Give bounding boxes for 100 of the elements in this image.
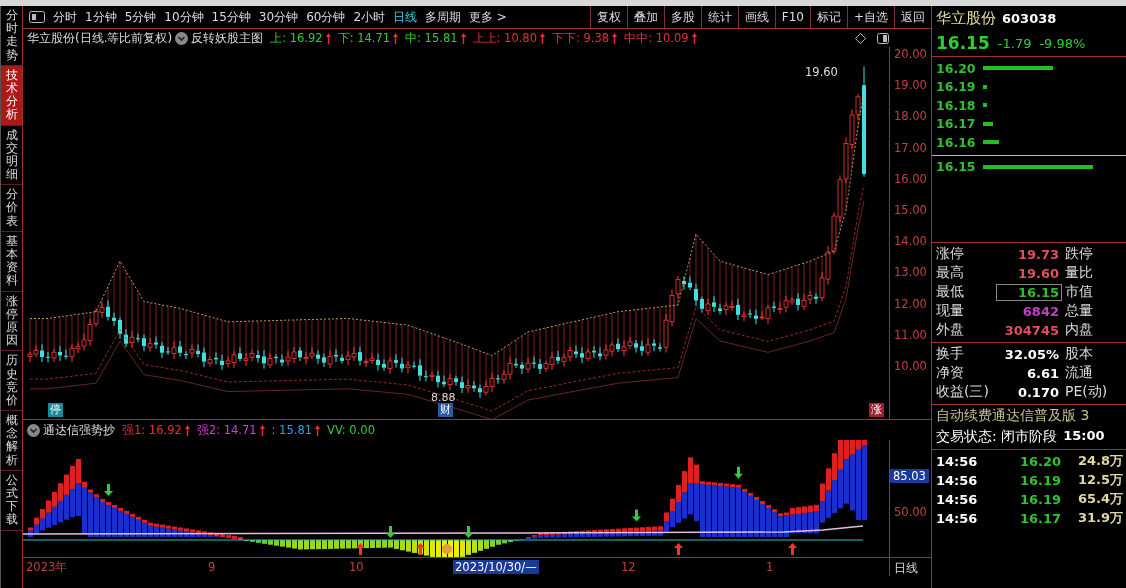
period-tab[interactable]: 30分钟 bbox=[254, 8, 303, 26]
period-tab[interactable]: 60分钟 bbox=[302, 8, 350, 26]
volume-bar bbox=[982, 121, 993, 126]
order-price: 16.18 bbox=[936, 97, 977, 113]
indicator-name: 通达信强势抄 bbox=[43, 421, 115, 439]
toolbar-button[interactable]: F10 bbox=[774, 6, 810, 28]
volume-bar bbox=[982, 103, 987, 108]
arrow-up-icon bbox=[393, 32, 399, 44]
panel-toggle-icon[interactable] bbox=[29, 11, 45, 23]
event-marker[interactable]: 涨 bbox=[869, 403, 884, 417]
legend-value: 强2: 14.71 bbox=[196, 422, 257, 438]
trade-volume: 31.9万 bbox=[1076, 509, 1123, 527]
toolbar-button[interactable]: 画线 bbox=[737, 6, 775, 28]
trade-volume: 65.4万 bbox=[1076, 490, 1123, 508]
sidebar-tab[interactable]: 技术分析 bbox=[1, 65, 22, 126]
stat-label: 外盘 bbox=[936, 321, 965, 339]
low-price-label: 8.88 bbox=[431, 391, 456, 404]
price-axis-label: 17.00 bbox=[894, 140, 927, 155]
legend-value: 中中: 10.09 bbox=[624, 30, 689, 46]
order-price: 16.17 bbox=[936, 116, 977, 132]
legend-value: 上上: 10.80 bbox=[472, 30, 537, 46]
arrow-up-icon bbox=[325, 32, 331, 44]
price-axis-label: 13.00 bbox=[894, 265, 927, 280]
promo-text[interactable]: 自动续费通达信普及版 3 bbox=[932, 404, 1126, 427]
stat-label: 现量 bbox=[936, 302, 965, 320]
trade-time: 14:56 bbox=[936, 453, 979, 469]
arrow-up-icon bbox=[540, 32, 545, 44]
period-tab[interactable]: 分时 bbox=[49, 8, 81, 26]
event-marker[interactable]: 停 bbox=[48, 403, 63, 417]
toolbar-button[interactable]: 标记 bbox=[809, 6, 847, 28]
stat-value: 19.60 bbox=[1016, 264, 1060, 282]
sidebar-tab[interactable]: 分时走势 bbox=[1, 6, 22, 66]
period-tab[interactable]: 多周期 bbox=[421, 8, 466, 26]
stat-label: 收益(三) bbox=[936, 383, 990, 401]
date-axis-label: 12 bbox=[621, 560, 636, 574]
period-tab[interactable]: 15分钟 bbox=[207, 8, 255, 26]
trade-volume: 24.8万 bbox=[1076, 452, 1123, 470]
panel-icon[interactable] bbox=[877, 32, 889, 44]
date-axis-label: 2023/10/30/— bbox=[453, 560, 539, 574]
date-axis-label: 9 bbox=[208, 560, 216, 574]
stat-label: 净资 bbox=[936, 364, 965, 382]
legend-value: : 15.81 bbox=[271, 423, 312, 437]
arrow-up-icon bbox=[184, 424, 190, 436]
period-tab[interactable]: 5分钟 bbox=[120, 8, 161, 26]
toolbar-button[interactable]: 多股 bbox=[663, 6, 701, 28]
sidebar-tab[interactable]: 概念解析 bbox=[1, 411, 22, 471]
volume-bar bbox=[982, 140, 999, 145]
period-tab[interactable]: 1分钟 bbox=[81, 8, 121, 26]
event-marker[interactable]: 财 bbox=[438, 403, 453, 417]
sidebar-tab[interactable]: 历史竞价 bbox=[1, 351, 22, 412]
indicator-axis-label: 85.03 bbox=[890, 469, 929, 483]
period-button[interactable]: 日线 bbox=[890, 558, 922, 579]
volume-bar bbox=[982, 66, 1053, 71]
stat-label: 换手 bbox=[936, 345, 965, 363]
dropdown-icon[interactable] bbox=[27, 423, 40, 437]
price-axis-label: 20.00 bbox=[894, 47, 927, 61]
price-axis-label: 14.00 bbox=[894, 234, 927, 249]
price-axis-label: 16.00 bbox=[894, 171, 927, 186]
date-axis-label: 10 bbox=[349, 560, 364, 574]
stat-label: 股本 bbox=[1064, 345, 1093, 363]
stat-label: 涨停 bbox=[936, 245, 965, 263]
period-tab[interactable]: 10分钟 bbox=[160, 8, 208, 26]
status-time: 15:00 bbox=[1063, 427, 1105, 445]
sidebar-tab[interactable]: 分价表 bbox=[1, 185, 22, 232]
diamond-icon[interactable] bbox=[855, 32, 866, 44]
period-tab[interactable]: 更多 > bbox=[465, 8, 511, 26]
date-axis-label: 2023年 bbox=[26, 560, 68, 575]
stat-label: 内盘 bbox=[1064, 321, 1093, 339]
indicator-name: 反转妖股主图 bbox=[191, 29, 264, 47]
toolbar-button[interactable]: +自选 bbox=[846, 6, 894, 28]
arrow-up-icon bbox=[612, 32, 618, 44]
trade-time: 14:56 bbox=[936, 491, 979, 507]
toolbar-button[interactable]: 复权 bbox=[589, 6, 627, 28]
stat-label: 市值 bbox=[1064, 283, 1093, 301]
price-axis-label: 15.00 bbox=[894, 203, 927, 217]
stat-value: 304745 bbox=[1003, 321, 1060, 339]
stat-label: 总量 bbox=[1064, 302, 1093, 320]
stat-label: 最低 bbox=[936, 283, 965, 301]
high-price-label: 19.60 bbox=[805, 65, 838, 79]
legend-value: 下下: 9.38 bbox=[552, 30, 610, 46]
date-axis-label: 1 bbox=[766, 560, 774, 574]
trading-status: 交易状态: 闭市阶段 bbox=[936, 427, 1058, 446]
period-tab[interactable]: 2小时 bbox=[349, 8, 390, 26]
legend-value: 上: 16.92 bbox=[270, 30, 323, 46]
order-price: 16.15 bbox=[936, 159, 977, 175]
dropdown-icon[interactable] bbox=[175, 31, 189, 45]
percent-change: -9.98% bbox=[1039, 35, 1086, 51]
stat-label: 跌停 bbox=[1064, 245, 1093, 263]
stat-value: 6.61 bbox=[1025, 364, 1060, 382]
volume-bar bbox=[982, 84, 987, 89]
toolbar-button[interactable]: 返回 bbox=[894, 6, 931, 28]
toolbar-button[interactable]: 统计 bbox=[700, 6, 738, 28]
stat-value: 32.05% bbox=[1003, 345, 1060, 363]
period-tab[interactable]: 日线 bbox=[389, 8, 422, 26]
price-axis-label: 19.00 bbox=[894, 78, 927, 93]
stat-label: PE(动) bbox=[1064, 383, 1108, 401]
trade-time: 14:56 bbox=[936, 472, 979, 488]
toolbar-button[interactable]: 叠加 bbox=[626, 6, 664, 28]
legend-value: 下: 14.71 bbox=[337, 30, 391, 46]
stat-value: 6842 bbox=[1021, 302, 1060, 320]
